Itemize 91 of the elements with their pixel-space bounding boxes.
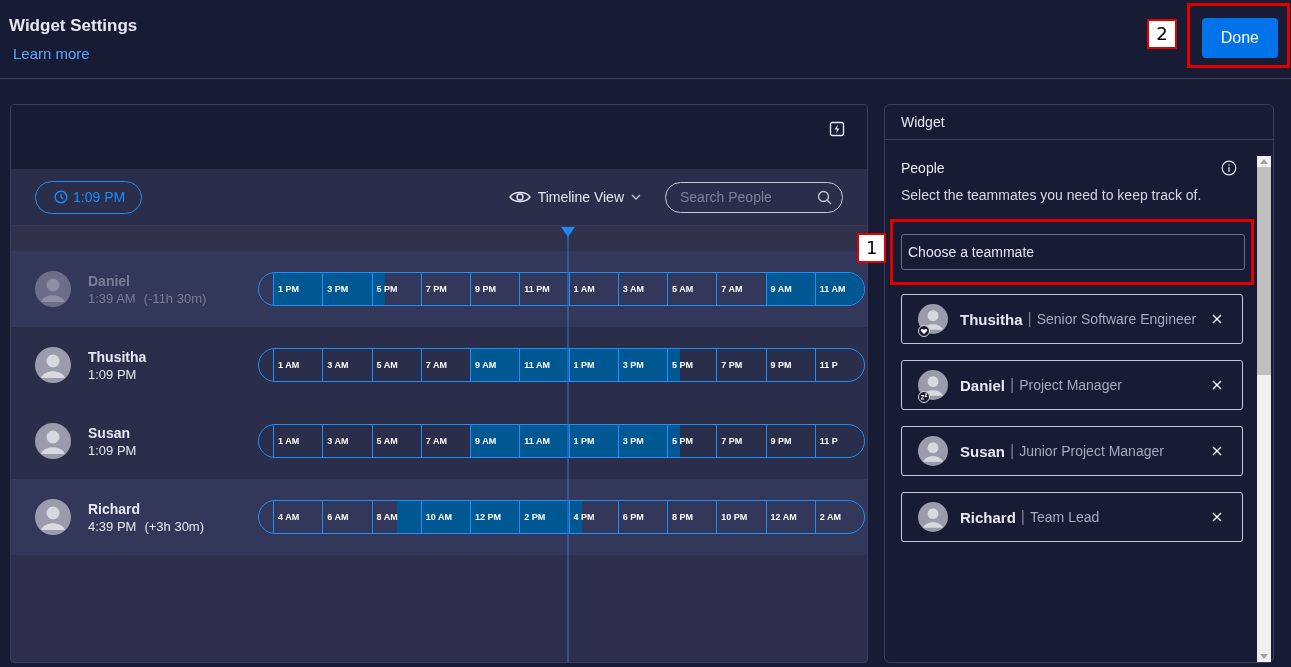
hour-segment: 3 AM (322, 425, 372, 457)
hour-segment: 8 AM (371, 501, 421, 533)
section-title: People (901, 160, 945, 176)
hour-segment: 9 AM (470, 425, 520, 457)
time-offset: (-11h 30m) (143, 290, 207, 306)
close-icon[interactable] (1212, 314, 1222, 324)
hour-segment: 11 AM (519, 425, 569, 457)
lightning-icon[interactable] (829, 121, 845, 137)
teammate-role: Team Lead (1030, 509, 1101, 525)
hour-segment: 1 PM (568, 425, 618, 457)
clock-icon (54, 190, 68, 204)
local-time: 1:39 AM (88, 290, 136, 306)
hour-segment: 4 AM (273, 501, 323, 533)
teammate-name: Daniel (960, 376, 1005, 394)
hour-segment: 1 PM (568, 349, 618, 381)
hour-segment: 8 PM (667, 501, 717, 533)
hour-segment: 5 AM (667, 273, 717, 305)
avatar (35, 423, 71, 459)
person-name: Thusitha (88, 348, 147, 365)
separator: | (1027, 310, 1032, 328)
teammate-role: Junior Project Manager (1019, 443, 1165, 459)
search-input[interactable]: Search People (678, 188, 817, 206)
teammate-name: Thusitha (960, 310, 1023, 328)
hour-segment: 6 PM (617, 501, 667, 533)
info-icon[interactable] (1221, 160, 1237, 176)
time-offset: (+3h 30m) (144, 518, 205, 534)
hour-segment: 11 P (814, 425, 864, 457)
hour-segment: 7 PM (716, 425, 766, 457)
eye-icon (508, 190, 531, 204)
hour-segment: 5 AM (371, 349, 421, 381)
hour-segment: 3 AM (322, 349, 372, 381)
hour-segment: 1 AM (273, 425, 323, 457)
avatar (35, 347, 71, 383)
avatar (918, 502, 948, 532)
close-icon[interactable] (1212, 512, 1222, 522)
hour-segment: 9 PM (765, 425, 815, 457)
hour-segment: 12 PM (470, 501, 520, 533)
separator: | (1010, 376, 1015, 394)
hour-segment: 9 PM (765, 349, 815, 381)
avatar (35, 499, 71, 535)
hour-segment: 7 PM (420, 273, 470, 305)
hour-segment: 7 PM (716, 349, 766, 381)
hour-segment: 9 AM (470, 349, 520, 381)
teammate-name: Susan (960, 442, 1005, 460)
hour-segment: 11 AM (814, 273, 864, 305)
hour-segment: 12 AM (765, 501, 815, 533)
teammate-role: Senior Software Engineer (1036, 311, 1198, 327)
local-time: 1:09 PM (88, 366, 137, 382)
sleep-icon (918, 391, 930, 403)
view-dropdown[interactable]: Timeline View (502, 188, 647, 206)
hour-segment: 10 PM (716, 501, 766, 533)
avatar (918, 370, 948, 400)
section-description: Select the teammates you need to keep track of. (901, 187, 1203, 203)
hour-segment: 9 PM (470, 273, 520, 305)
panel-title: Widget (885, 105, 1273, 140)
person-name: Daniel (88, 272, 131, 289)
callout-number: 1 (857, 233, 887, 263)
local-time: 1:09 PM (88, 442, 137, 458)
hour-segment: 3 PM (322, 273, 372, 305)
close-icon[interactable] (1212, 380, 1222, 390)
hour-segment: 3 AM (617, 273, 667, 305)
hour-segment: 5 AM (371, 425, 421, 457)
avatar (918, 436, 948, 466)
hour-segment: 1 PM (273, 273, 323, 305)
hour-segment: 10 AM (420, 501, 470, 533)
hour-segment: 7 AM (716, 273, 766, 305)
close-icon[interactable] (1212, 446, 1222, 456)
done-button[interactable]: Done (1201, 18, 1278, 58)
separator: | (1010, 442, 1015, 460)
hour-segment: 3 PM (617, 425, 667, 457)
chevron-down-icon (631, 194, 641, 200)
avatar (35, 271, 71, 307)
hour-segment: 3 PM (617, 349, 667, 381)
hour-segment: 11 P (814, 349, 864, 381)
hour-segment: 9 AM (765, 273, 815, 305)
teammate-field[interactable]: Choose a teammate (901, 234, 1245, 270)
teammate-name: Richard (960, 508, 1016, 526)
hour-segment: 1 AM (273, 349, 323, 381)
local-time: 4:39 PM (88, 518, 137, 534)
hour-segment: 2 PM (519, 501, 569, 533)
page-title: Widget Settings (9, 16, 138, 36)
hour-segment: 6 AM (322, 501, 372, 533)
hour-segment: 2 AM (814, 501, 864, 533)
person-name: Susan (88, 424, 131, 441)
teammate-role: Project Manager (1019, 377, 1123, 393)
search-icon (817, 189, 832, 205)
callout-number: 2 (1147, 19, 1177, 49)
learn-more-link[interactable]: Learn more (13, 45, 138, 62)
person-name: Richard (88, 500, 142, 517)
hour-segment: 11 AM (519, 349, 569, 381)
separator: | (1020, 508, 1025, 526)
